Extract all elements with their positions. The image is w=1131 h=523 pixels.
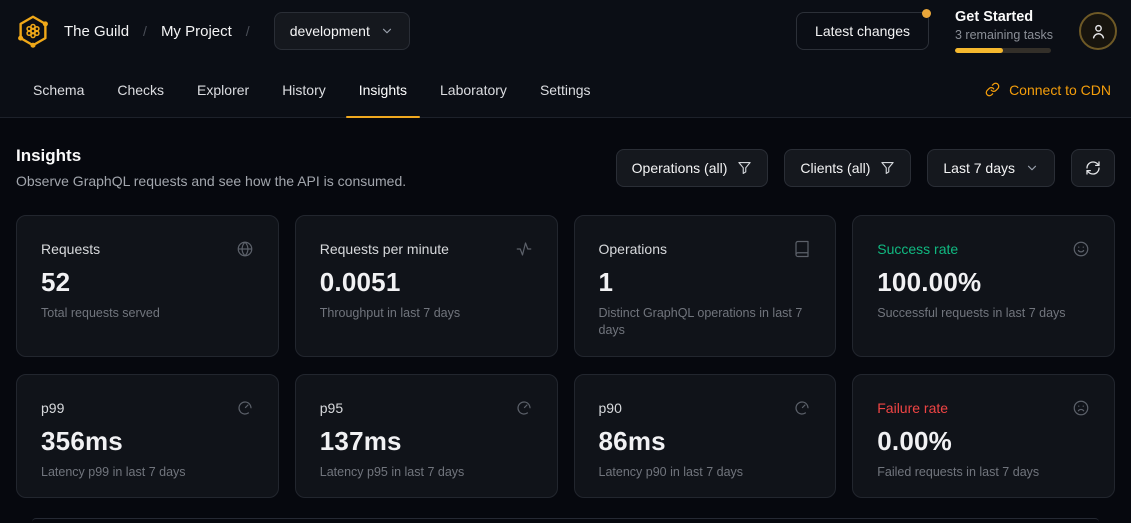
- refresh-icon: [1085, 160, 1101, 176]
- environment-select-value: development: [290, 23, 370, 39]
- stat-card-p99: p99 356ms Latency p99 in last 7 days: [16, 374, 279, 498]
- breadcrumb: The Guild / My Project /: [64, 23, 264, 40]
- page-subtitle: Observe GraphQL requests and see how the…: [16, 173, 406, 189]
- chevron-down-icon: [380, 24, 394, 38]
- card-value: 52: [41, 267, 254, 298]
- operations-filter-label: Operations (all): [632, 160, 728, 176]
- tab-history[interactable]: History: [269, 62, 339, 117]
- hive-logo-icon: [15, 13, 51, 49]
- top-bar: The Guild / My Project / development Lat…: [0, 0, 1131, 118]
- operations-filter-button[interactable]: Operations (all): [616, 149, 769, 187]
- chevron-down-icon: [1025, 161, 1039, 175]
- refresh-button[interactable]: [1071, 149, 1115, 187]
- gauge-icon: [236, 399, 254, 417]
- insights-heading-block: Insights Observe GraphQL requests and se…: [16, 146, 406, 189]
- header-row: The Guild / My Project / development Lat…: [0, 0, 1131, 62]
- stat-card-requests: Requests 52 Total requests served: [16, 215, 279, 357]
- project-tabs: Schema Checks Explorer History Insights …: [0, 62, 1131, 117]
- period-select-value: Last 7 days: [943, 160, 1015, 176]
- card-description: Latency p90 in last 7 days: [599, 464, 812, 481]
- clients-filter-button[interactable]: Clients (all): [784, 149, 911, 187]
- card-description: Successful requests in last 7 days: [877, 305, 1090, 322]
- card-description: Distinct GraphQL operations in last 7 da…: [599, 305, 812, 339]
- get-started-subtitle: 3 remaining tasks: [955, 28, 1053, 42]
- tab-insights[interactable]: Insights: [346, 62, 420, 117]
- card-label: Success rate: [877, 241, 958, 257]
- filter-icon: [880, 160, 895, 175]
- card-value: 356ms: [41, 426, 254, 457]
- card-label: Requests: [41, 241, 100, 257]
- breadcrumb-org[interactable]: The Guild: [64, 23, 129, 40]
- card-description: Total requests served: [41, 305, 254, 322]
- tab-settings[interactable]: Settings: [527, 62, 604, 117]
- breadcrumb-separator: /: [143, 23, 147, 39]
- frown-icon: [1072, 399, 1090, 417]
- card-label: Operations: [599, 241, 667, 257]
- insights-page: Insights Observe GraphQL requests and se…: [0, 118, 1131, 522]
- card-value: 0.0051: [320, 267, 533, 298]
- filter-icon: [737, 160, 752, 175]
- notification-dot: [922, 9, 931, 18]
- breadcrumb-separator: /: [246, 23, 250, 39]
- filter-toolbar: Operations (all) Clients (all) Last 7 da…: [616, 149, 1115, 187]
- tab-schema[interactable]: Schema: [20, 62, 97, 117]
- card-label: Failure rate: [877, 400, 948, 416]
- card-value: 1: [599, 267, 812, 298]
- tab-checks[interactable]: Checks: [104, 62, 177, 117]
- stat-card-success-rate: Success rate 100.00% Successful requests…: [852, 215, 1115, 357]
- stats-grid: Requests 52 Total requests served Reques…: [16, 215, 1115, 498]
- latest-changes-button[interactable]: Latest changes: [796, 12, 929, 50]
- stat-card-failure-rate: Failure rate 0.00% Failed requests in la…: [852, 374, 1115, 498]
- globe-icon: [236, 240, 254, 258]
- page-title: Insights: [16, 146, 406, 166]
- get-started-widget[interactable]: Get Started 3 remaining tasks: [955, 9, 1053, 53]
- connect-to-cdn-label: Connect to CDN: [1009, 82, 1111, 98]
- card-label: p99: [41, 400, 64, 416]
- card-label: Requests per minute: [320, 241, 449, 257]
- card-value: 86ms: [599, 426, 812, 457]
- card-description: Throughput in last 7 days: [320, 305, 533, 322]
- gauge-icon: [515, 399, 533, 417]
- card-value: 100.00%: [877, 267, 1090, 298]
- link-icon: [985, 82, 1000, 97]
- card-description: Failed requests in last 7 days: [877, 464, 1090, 481]
- card-label: p95: [320, 400, 343, 416]
- get-started-progressbar: [955, 48, 1051, 53]
- card-value: 137ms: [320, 426, 533, 457]
- connect-to-cdn-link[interactable]: Connect to CDN: [985, 62, 1111, 117]
- stat-card-rpm: Requests per minute 0.0051 Throughput in…: [295, 215, 558, 357]
- next-section-edge: [32, 518, 1099, 522]
- tab-explorer[interactable]: Explorer: [184, 62, 262, 117]
- tab-laboratory[interactable]: Laboratory: [427, 62, 520, 117]
- hive-logo[interactable]: [14, 12, 52, 50]
- card-description: Latency p99 in last 7 days: [41, 464, 254, 481]
- card-value: 0.00%: [877, 426, 1090, 457]
- get-started-title: Get Started: [955, 9, 1053, 26]
- clients-filter-label: Clients (all): [800, 160, 870, 176]
- period-select[interactable]: Last 7 days: [927, 149, 1055, 187]
- book-icon: [793, 240, 811, 258]
- smile-icon: [1072, 240, 1090, 258]
- card-description: Latency p95 in last 7 days: [320, 464, 533, 481]
- stat-card-p95: p95 137ms Latency p95 in last 7 days: [295, 374, 558, 498]
- breadcrumb-project[interactable]: My Project: [161, 23, 232, 40]
- user-avatar[interactable]: [1079, 12, 1117, 50]
- stat-card-p90: p90 86ms Latency p90 in last 7 days: [574, 374, 837, 498]
- environment-select[interactable]: development: [274, 12, 410, 50]
- activity-icon: [515, 240, 533, 258]
- insights-header: Insights Observe GraphQL requests and se…: [16, 146, 1115, 189]
- gauge-icon: [793, 399, 811, 417]
- get-started-progress-fill: [955, 48, 1003, 53]
- latest-changes-label: Latest changes: [815, 23, 910, 39]
- user-icon: [1089, 22, 1108, 41]
- card-label: p90: [599, 400, 622, 416]
- stat-card-operations: Operations 1 Distinct GraphQL operations…: [574, 215, 837, 357]
